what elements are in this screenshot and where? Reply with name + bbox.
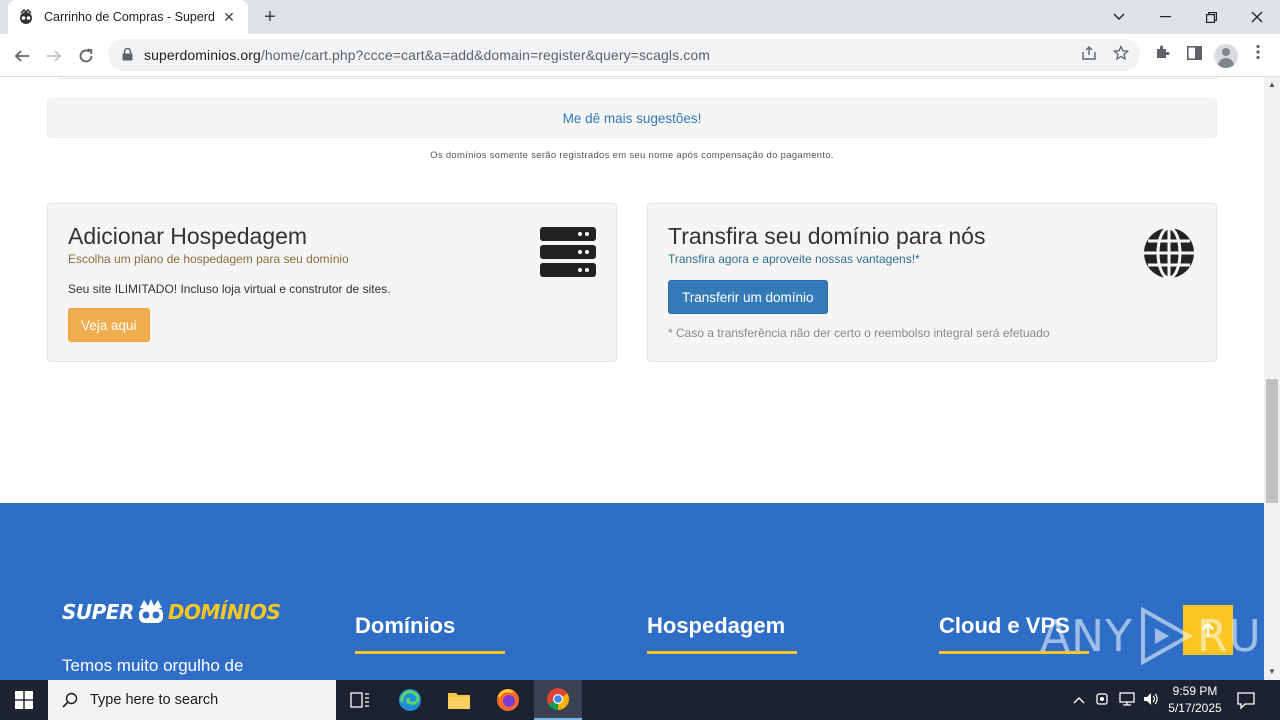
chevron-up-icon[interactable] [1070,692,1088,708]
browser-toolbar: superdominios.org/home/cart.php?ccce=car… [0,34,1280,77]
footer-heading-domains: Domínios [355,613,456,638]
add-hosting-description: Seu site ILIMITADO! Incluso loja virtual… [68,282,391,296]
browser-tab[interactable]: Carrinho de Compras - Superdomínios ✕ [8,0,248,34]
taskbar-search[interactable]: Type here to search [48,680,336,720]
transfer-domain-subtitle: Transfira agora e aproveite nossas vanta… [668,252,920,266]
restore-button[interactable] [1188,0,1234,34]
extensions-icon[interactable] [1150,44,1174,68]
share-icon[interactable] [1078,45,1100,67]
minimize-button[interactable] [1142,0,1188,34]
clock-time: 9:59 PM [1172,684,1218,698]
url-text[interactable]: superdominios.org/home/cart.php?ccce=car… [144,47,710,63]
new-tab-button[interactable]: + [258,5,282,29]
address-bar[interactable]: superdominios.org/home/cart.php?ccce=car… [108,39,1140,71]
forward-button[interactable] [40,42,68,70]
transfer-footnote: * Caso a transferência não der certo o r… [668,326,1050,340]
reload-button[interactable] [72,42,100,70]
browser-tab-strip: Carrinho de Compras - Superdomínios ✕ + [0,0,1280,34]
page-content: Me dê mais sugestões! Os domínios soment… [0,77,1264,680]
start-button[interactable] [0,680,48,720]
profile-avatar-icon[interactable] [1214,44,1238,68]
superdominios-logo[interactable]: SUPER DOMÍNIOS [62,597,281,627]
tab-search-icon[interactable] [1096,0,1142,34]
scroll-up-arrow-icon[interactable]: ▲ [1264,77,1280,93]
side-panel-icon[interactable] [1182,44,1206,68]
scroll-down-arrow-icon[interactable]: ▼ [1264,664,1280,680]
network-icon[interactable] [1118,692,1136,708]
registration-note: Os domínios somente serão registrados em… [430,150,834,161]
firefox-icon[interactable] [484,680,532,720]
more-suggestions-link[interactable]: Me dê mais sugestões! [563,111,702,126]
back-button[interactable] [8,42,36,70]
edge-browser-icon[interactable] [386,680,434,720]
close-window-button[interactable] [1234,0,1280,34]
meet-now-icon[interactable] [1094,692,1112,708]
transfer-domain-button[interactable]: Transferir um domínio [668,280,828,314]
notification-center-icon[interactable] [1236,690,1256,710]
site-footer: SUPER DOMÍNIOS Temos muito orgulho de Do… [0,503,1264,680]
search-placeholder: Type here to search [90,692,219,708]
task-view-icon[interactable] [336,680,384,720]
server-icon [540,227,596,277]
lock-icon[interactable] [122,47,134,62]
footer-heading-underline [355,651,505,654]
volume-icon[interactable] [1142,692,1160,708]
add-hosting-panel: Adicionar Hospedagem Escolha um plano de… [47,203,617,362]
footer-heading-underline [647,651,797,654]
anyrun-watermark: ANY RUN [1040,601,1264,671]
search-icon [62,692,78,708]
bookmark-star-icon[interactable] [1110,44,1132,67]
page-scrollbar[interactable]: ▲ ▼ [1264,77,1280,680]
footer-tagline: Temos muito orgulho de [62,656,244,675]
chrome-taskbar-icon[interactable] [534,680,582,720]
clock-date: 5/17/2025 [1168,701,1222,715]
windows-taskbar: Type here to search 9:59 PM 5/17/2025 [0,680,1280,720]
more-suggestions-bar[interactable]: Me dê mais sugestões! [47,98,1217,138]
tab-title: Carrinho de Compras - Superdomínios [44,10,214,24]
see-hosting-button[interactable]: Veja aqui [68,308,150,342]
scroll-thumb[interactable] [1266,379,1278,503]
tab-close-icon[interactable]: ✕ [220,9,238,26]
add-hosting-title: Adicionar Hospedagem [68,223,308,249]
site-favicon-icon [18,9,34,25]
add-hosting-subtitle: Escolha um plano de hospedagem para seu … [68,252,349,266]
mascot-icon [138,599,163,623]
windows-logo-icon [15,691,33,709]
transfer-domain-panel: Transfira seu domínio para nós Transfira… [647,203,1217,362]
footer-heading-hosting: Hospedagem [647,613,786,638]
file-explorer-icon[interactable] [435,680,483,720]
taskbar-clock[interactable]: 9:59 PM 5/17/2025 [1160,683,1230,717]
chrome-menu-icon[interactable] [1246,44,1270,68]
transfer-domain-title: Transfira seu domínio para nós [668,223,986,249]
globe-icon [1144,226,1194,280]
divider [58,77,1218,79]
play-triangle-icon [1140,606,1193,666]
